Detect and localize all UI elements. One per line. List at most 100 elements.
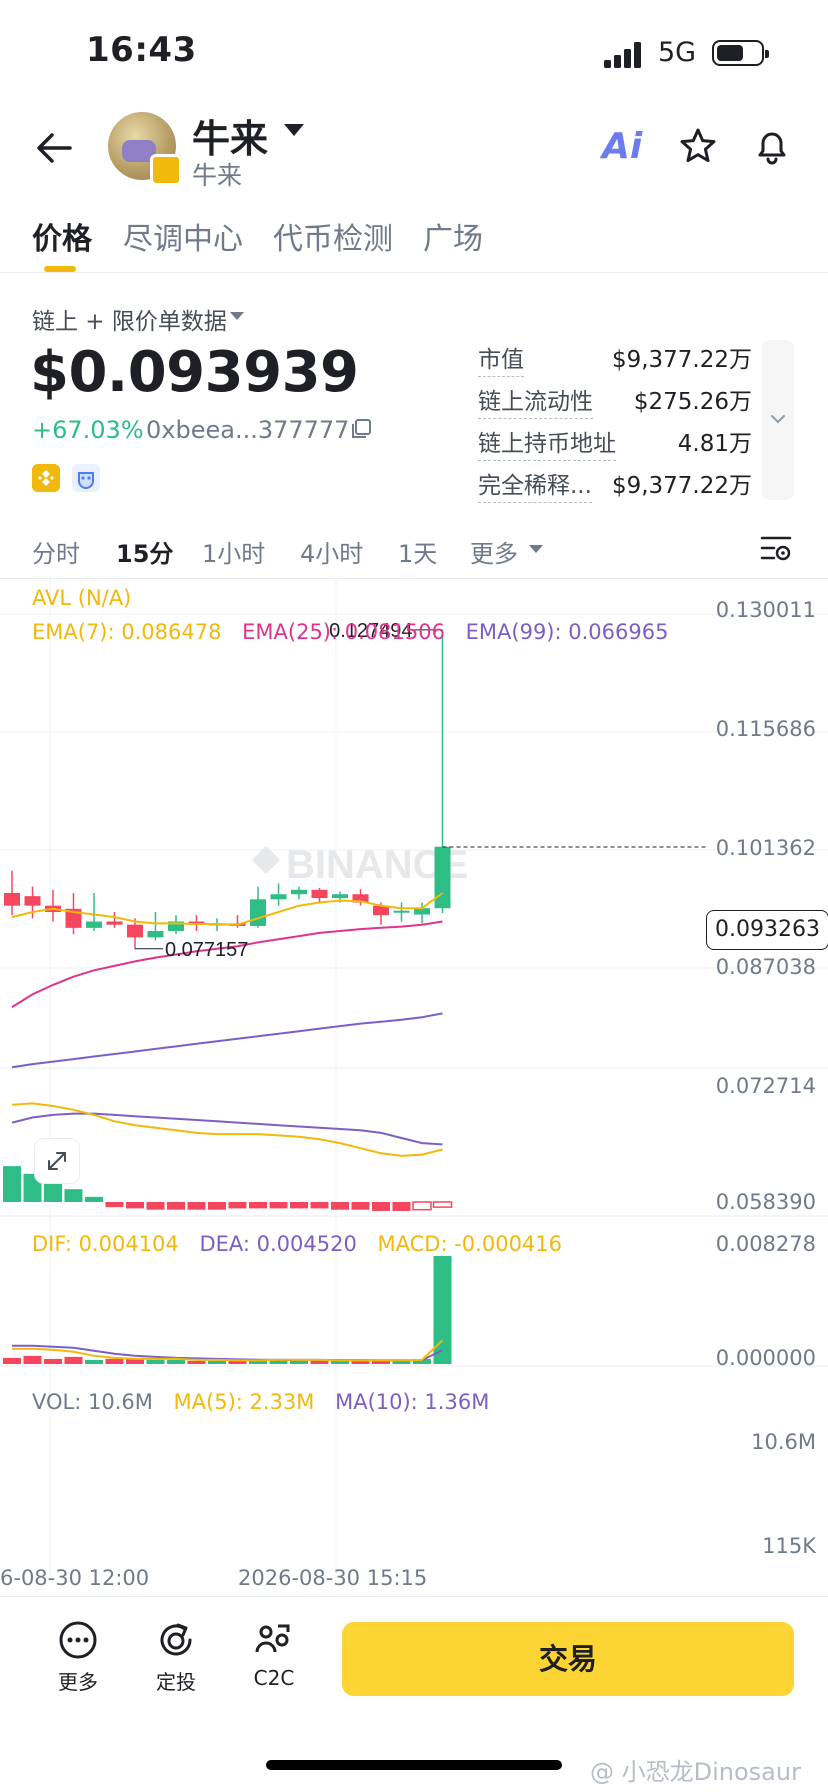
stat-label[interactable]: 链上持币地址 [478, 424, 616, 461]
volume-bar [331, 1360, 349, 1364]
chart-settings-icon[interactable] [760, 532, 792, 564]
stats-expand-button[interactable] [762, 340, 794, 500]
avl-label: AVL (N/A) [32, 586, 132, 610]
contract-address[interactable]: 0xbeea...377777 [146, 416, 349, 444]
ma10-label: MA(10): 1.36M [335, 1390, 490, 1414]
macd-bar [126, 1202, 144, 1209]
tf-1h[interactable]: 1小时 [202, 534, 265, 569]
candle-body [332, 894, 348, 899]
stat-label[interactable]: 完全稀释... [478, 466, 592, 503]
price-axis-label: 0.130011 [715, 598, 816, 622]
watermark-text: @ 小恐龙Dinosaur [590, 1758, 801, 1786]
candle-body [147, 931, 164, 938]
macd-bar [228, 1202, 247, 1209]
data-source-selector[interactable]: 链上 + 限价单数据 [32, 302, 227, 336]
kline-chart[interactable]: BINANCE0.1274940.077157 [0, 578, 828, 1580]
volume-bar [290, 1360, 308, 1364]
macd-bar [167, 1202, 185, 1210]
stat-label[interactable]: 链上流动性 [478, 382, 593, 419]
volume-bar [392, 1360, 411, 1364]
token-dropdown-icon[interactable] [284, 124, 304, 136]
macd-bar [249, 1202, 267, 1209]
stat-fdv: 完全稀释... $9,377.22万 [478, 466, 752, 503]
token-name[interactable]: 牛来 [192, 108, 268, 163]
price-axis-label: 0.058390 [715, 1190, 816, 1214]
c2c-button[interactable]: C2C [238, 1620, 310, 1690]
stat-value: $9,377.22万 [611, 347, 752, 373]
battery-icon [712, 40, 769, 66]
dca-button[interactable]: 定投 [140, 1620, 212, 1695]
chevron-down-icon[interactable] [230, 312, 244, 320]
stat-value: 4.81万 [677, 431, 752, 457]
macd-bar [351, 1202, 370, 1210]
tab-token-check[interactable]: 代币检测 [273, 214, 393, 258]
dif-label: DIF: 0.004104 [32, 1232, 179, 1256]
star-icon[interactable] [678, 126, 718, 166]
price-axis-label: 0.115686 [715, 717, 816, 741]
vol-label: VOL: 10.6M [32, 1390, 153, 1414]
volume-bar [146, 1359, 165, 1364]
ema25-label: EMA(25): 0.081506 [242, 620, 445, 644]
tf-more[interactable]: 更多 [470, 534, 518, 569]
time-axis-label: 6-08-30 12:00 [0, 1566, 150, 1590]
macd-bar [64, 1189, 83, 1202]
divider [0, 1596, 828, 1597]
tf-1d[interactable]: 1天 [398, 534, 437, 569]
more-label: 更多 [58, 1670, 98, 1694]
macd-bar [269, 1202, 288, 1209]
vol-axis-label: 115K [762, 1534, 816, 1558]
price-change: +67.03% [32, 416, 144, 444]
volume-bar [85, 1359, 103, 1364]
tf-time-share[interactable]: 分时 [32, 534, 80, 569]
price-axis-label: 0.072714 [715, 1074, 816, 1098]
trade-button[interactable]: 交易 [342, 1622, 794, 1696]
chevron-down-icon[interactable] [529, 545, 543, 553]
stat-holders: 链上持币地址 4.81万 [478, 424, 752, 461]
volume-bar [228, 1360, 247, 1364]
more-button[interactable]: 更多 [42, 1620, 114, 1695]
vol-legend: VOL: 10.6M MA(5): 2.33M MA(10): 1.36M [32, 1390, 489, 1414]
stat-value: $9,377.22万 [611, 473, 752, 499]
macd-axis-label: 0.008278 [715, 1232, 816, 1256]
bell-icon[interactable] [752, 126, 792, 166]
tab-square[interactable]: 广场 [423, 214, 483, 258]
ai-icon[interactable]: Ai [602, 126, 642, 167]
bnb-chain-icon[interactable] [32, 464, 60, 492]
low-price-label: 0.077157 [165, 939, 248, 961]
ema-legend: EMA(7): 0.086478 EMA(25): 0.081506 EMA(9… [32, 620, 668, 644]
stat-label[interactable]: 市值 [478, 340, 524, 377]
candle-body [24, 896, 41, 906]
macd-bar [146, 1202, 165, 1210]
macd-axis-label: 0.000000 [715, 1346, 816, 1370]
ema7-label: EMA(7): 0.086478 [32, 620, 222, 644]
macd-bar [208, 1202, 226, 1210]
candle-body [250, 899, 266, 926]
macd-bar [105, 1202, 124, 1208]
candle-body [393, 910, 410, 913]
divider [0, 272, 828, 273]
tf-4h[interactable]: 4小时 [300, 534, 363, 569]
candle-body [311, 889, 328, 899]
back-arrow-icon[interactable] [34, 128, 74, 168]
tab-price[interactable]: 价格 [32, 214, 92, 258]
last-price-tag: 0.093263 [706, 910, 828, 950]
copy-icon[interactable] [350, 418, 372, 440]
volume-bar [105, 1358, 124, 1364]
candle-body [106, 921, 123, 925]
dea-label: DEA: 0.004520 [199, 1232, 357, 1256]
macd-legend: DIF: 0.004104 DEA: 0.004520 MACD: -0.000… [32, 1232, 562, 1256]
macd-bar [432, 1201, 453, 1208]
stat-value: $275.26万 [633, 389, 752, 415]
tf-15m[interactable]: 15分 [116, 534, 173, 569]
chevron-down-icon [771, 415, 785, 424]
price-axis-label: 0.087038 [715, 955, 816, 979]
volume-bar [187, 1360, 206, 1364]
home-indicator [266, 1760, 562, 1770]
macd-bar [85, 1196, 103, 1202]
tab-due-diligence[interactable]: 尽调中心 [123, 214, 243, 258]
fullscreen-button[interactable] [34, 1138, 80, 1184]
candle-body [291, 889, 307, 895]
time-axis-label: 2026-08-30 15:15 [238, 1566, 428, 1590]
token-tag-icon[interactable] [72, 464, 100, 492]
dca-label: 定投 [156, 1670, 196, 1694]
